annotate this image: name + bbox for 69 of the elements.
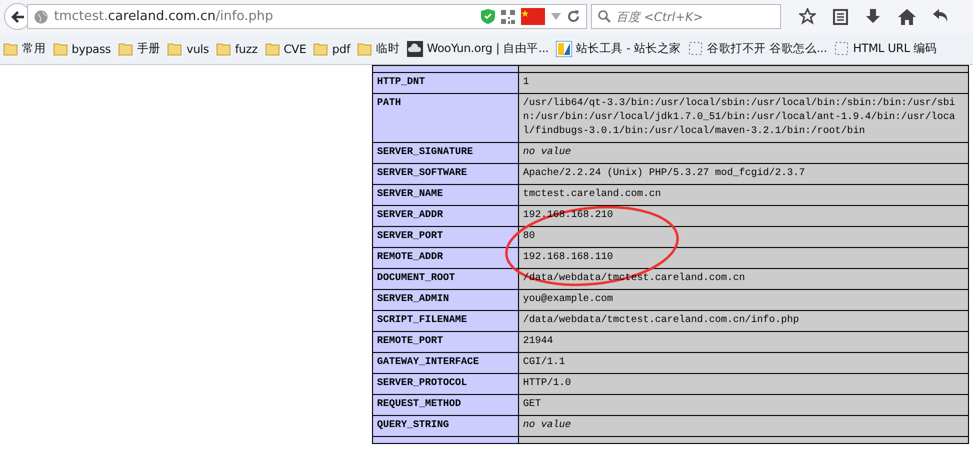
cloud-icon — [406, 40, 423, 56]
bookmark-item[interactable]: CVE — [264, 41, 306, 56]
folder-icon — [216, 41, 231, 56]
search-icon — [598, 10, 611, 23]
key-cell: SCRIPT_FILENAME — [372, 310, 518, 332]
bookmark-item[interactable]: WooYun.org | 自由平... — [406, 40, 549, 56]
bookmark-item[interactable]: fuzz — [216, 41, 258, 56]
folder-icon — [313, 41, 328, 56]
value-cell: 192.168.168.110 — [518, 248, 968, 268]
key-cell: DOCUMENT_ROOT — [372, 268, 518, 290]
folder-icon — [264, 41, 280, 56]
star-icon[interactable] — [799, 8, 816, 25]
key-cell: GATEWAY_INTERFACE — [372, 352, 518, 374]
folder-icon — [118, 41, 133, 56]
key-cell: SERVER_SOFTWARE — [372, 164, 518, 184]
undo-arrow-icon[interactable] — [933, 9, 949, 24]
key-cell: PATH — [372, 94, 518, 142]
address-bar[interactable]: tmctest.careland.com.cn/info.php — [27, 4, 587, 29]
key-cell: REMOTE_PORT — [372, 332, 518, 352]
bookmark-item[interactable]: HTML URL 编码 — [834, 41, 937, 56]
key-cell: HTTP_DNT — [372, 72, 518, 94]
search-field[interactable]: 百度 <Ctrl+K> — [591, 4, 781, 29]
bookmark-item[interactable]: pdf — [313, 41, 350, 56]
value-cell: no value — [518, 416, 968, 436]
page-icon — [834, 41, 850, 56]
value-cell: no value — [518, 142, 968, 164]
key-cell: SERVER_PORT — [372, 226, 518, 248]
key-cell: SERVER_PROTOCOL — [372, 374, 518, 394]
globe-icon — [34, 10, 48, 24]
key-cell: SERVER_SIGNATURE — [372, 142, 518, 164]
bookmark-item[interactable]: vuls — [167, 41, 209, 56]
home-icon[interactable] — [898, 8, 916, 24]
value-cell: tmctest.careland.com.cn — [518, 184, 968, 206]
bookmark-item[interactable]: 手册 — [118, 41, 160, 56]
key-cell: SERVER_ADDR — [372, 206, 518, 226]
value-cell: GET — [518, 394, 968, 416]
bookmark-item[interactable]: bypass — [52, 41, 111, 56]
bookmark-item[interactable]: 谷歌打不开 谷歌怎么... — [688, 41, 828, 56]
value-cell: HTTP/1.0 — [518, 374, 968, 394]
reload-icon[interactable] — [567, 10, 580, 23]
bookmark-item[interactable]: 临时 — [357, 41, 400, 56]
value-cell: 80 — [518, 226, 968, 248]
key-cell: QUERY_STRING — [372, 416, 518, 436]
page-icon — [688, 41, 704, 56]
folder-icon — [3, 41, 18, 56]
value-cell: you@example.com — [518, 290, 968, 310]
bookmark-item[interactable]: 站长工具 - 站长之家 — [556, 40, 682, 56]
key-cell: SERVER_ADMIN — [372, 290, 518, 310]
value-cell: 21944 — [518, 332, 968, 352]
value-cell: Apache/2.2.24 (Unix) PHP/5.3.27 mod_fcgid/2.3.7 — [518, 164, 968, 184]
folder-icon — [357, 41, 372, 56]
back-arrow-icon — [10, 10, 24, 24]
key-cell: REMOTE_ADDR — [372, 248, 518, 268]
key-cell: SERVER_NAME — [372, 184, 518, 206]
value-cell: 1 — [518, 72, 968, 94]
folder-icon — [52, 41, 68, 56]
url-text: tmctest.careland.com.cn/info.php — [54, 9, 274, 24]
value-cell: /usr/lib64/qt-3.3/bin:/usr/local/sbin:/usr/local/bin:/sbin:/bin:/usr/sbin:/usr/bin:/usr/local/jdk1.7.0_51/bin:/usr/local/ant-1.9.4/bin:/usr/local/findbugs-3.0.1/bin:/usr/local/maven-3.2.1/bin:/root/bin — [518, 94, 968, 142]
reading-list-icon[interactable] — [833, 8, 848, 24]
shield-icon — [481, 9, 495, 24]
flag-icon — [521, 8, 545, 25]
value-cell: /data/webdata/tmctest.careland.com.cn/info.php — [518, 310, 968, 332]
download-icon[interactable] — [865, 8, 881, 24]
folder-icon — [167, 41, 182, 56]
bookmark-item[interactable]: 常用 — [3, 41, 46, 56]
value-cell: CGI/1.1 — [518, 352, 968, 374]
logo-icon — [556, 40, 572, 56]
qr-code-icon[interactable] — [501, 10, 515, 24]
key-cell: REQUEST_METHOD — [372, 394, 518, 416]
